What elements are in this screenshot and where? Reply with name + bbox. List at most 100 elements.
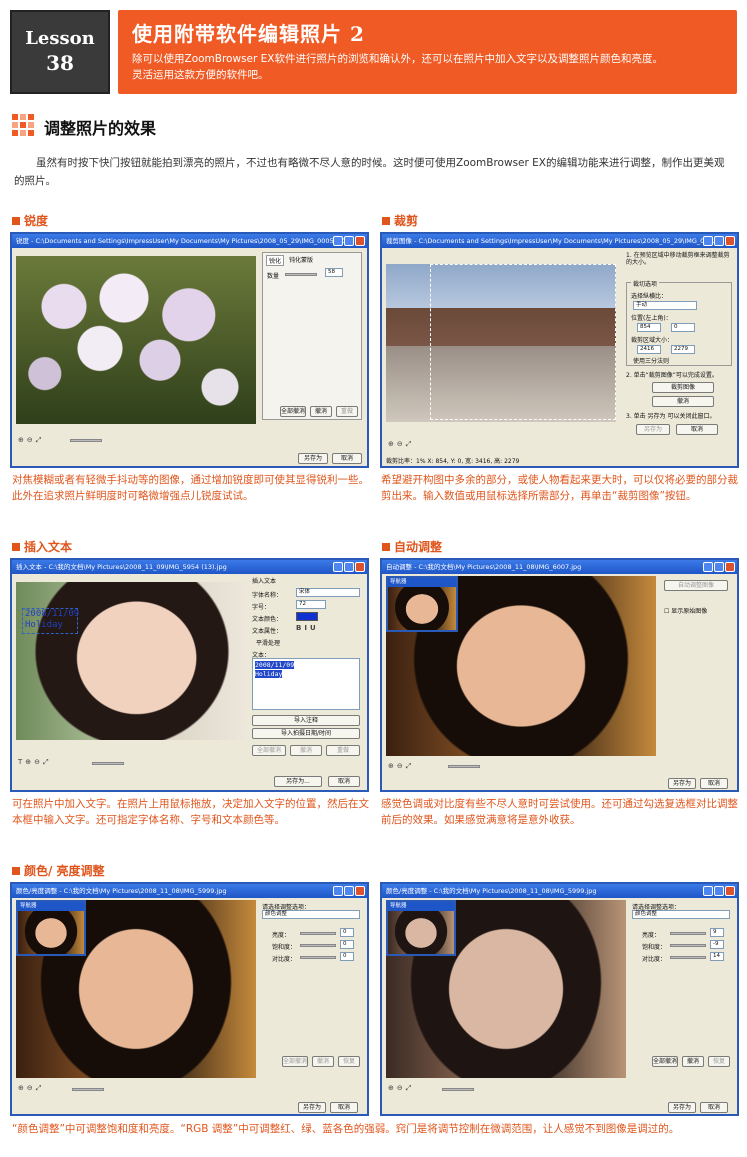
maximize-icon[interactable] — [344, 886, 354, 896]
reset-all-button[interactable]: 全部撤消 — [652, 1056, 678, 1067]
amount-field[interactable]: 58 — [325, 268, 343, 277]
crop-undo-button[interactable]: 撤消 — [652, 396, 714, 407]
save-as-button[interactable]: 另存为 — [298, 453, 328, 464]
zoom-out-icon[interactable]: ⊖ — [27, 436, 33, 445]
undo-button[interactable]: 撤消 — [312, 1056, 334, 1067]
close-icon[interactable] — [355, 886, 365, 896]
close-icon[interactable] — [355, 562, 365, 572]
tab-sharpen[interactable]: 锐化 — [266, 255, 285, 266]
close-icon[interactable] — [725, 562, 735, 572]
zoom-out-icon[interactable]: ⊖ — [34, 758, 40, 767]
cancel-button[interactable]: 取消 — [700, 1102, 728, 1113]
ratio-select[interactable]: 手动 — [633, 301, 697, 310]
fit-icon[interactable]: ⤢ — [36, 436, 42, 445]
save-as-button[interactable]: 另存为... — [274, 776, 322, 787]
contrast-slider[interactable] — [670, 956, 706, 959]
maximize-icon[interactable] — [344, 562, 354, 572]
maximize-icon[interactable] — [714, 886, 724, 896]
text-overlay-box[interactable]: 2008/11/09 Holiday — [22, 608, 79, 634]
reset-all-button[interactable]: 全部撤消 — [252, 745, 286, 756]
zoom-in-icon[interactable]: ⊕ — [25, 758, 31, 767]
redo-button[interactable]: 恢复 — [338, 1056, 360, 1067]
close-icon[interactable] — [725, 886, 735, 896]
contrast-field[interactable]: 0 — [340, 952, 354, 961]
fit-icon[interactable]: ⤢ — [406, 762, 412, 771]
amount-slider[interactable] — [285, 273, 317, 276]
tab-unsharp-mask[interactable]: 钝化蒙版 — [287, 255, 315, 264]
italic-icon[interactable]: I — [304, 624, 307, 632]
close-icon[interactable] — [355, 236, 365, 246]
undo-button[interactable]: 撤消 — [310, 406, 332, 417]
adjust-mode-select[interactable]: 颜色调整 — [632, 910, 730, 919]
undo-button[interactable]: 撤消 — [682, 1056, 704, 1067]
contrast-slider[interactable] — [300, 956, 336, 959]
cancel-button[interactable]: 取消 — [332, 453, 362, 464]
brightness-slider[interactable] — [300, 932, 336, 935]
fit-icon[interactable]: ⤢ — [36, 1084, 42, 1093]
saturation-field[interactable]: 0 — [340, 940, 354, 949]
size-select[interactable]: 72 — [296, 600, 326, 609]
maximize-icon[interactable] — [714, 562, 724, 572]
position-y-field[interactable]: 0 — [671, 323, 695, 332]
cancel-button[interactable]: 取消 — [330, 1102, 358, 1113]
zoom-in-icon[interactable]: ⊕ — [388, 440, 394, 449]
zoom-slider[interactable] — [70, 439, 102, 442]
zoom-slider[interactable] — [92, 762, 124, 765]
thirds-checkbox[interactable]: 使用三分法则 — [633, 356, 669, 365]
save-as-button[interactable]: 另存为 — [668, 1102, 696, 1113]
fit-icon[interactable]: ⤢ — [406, 1084, 412, 1093]
cancel-button[interactable]: 取消 — [676, 424, 718, 435]
zoom-out-icon[interactable]: ⊖ — [397, 440, 403, 449]
navigator-thumbnail[interactable]: 导航器 — [386, 900, 456, 956]
text-tool-icon[interactable]: T — [18, 758, 22, 767]
smooth-checkbox[interactable]: 平滑处理 — [256, 638, 280, 647]
auto-adjust-button[interactable]: 自动调整图像 — [664, 580, 728, 591]
brightness-field[interactable]: 0 — [340, 928, 354, 937]
maximize-icon[interactable] — [344, 236, 354, 246]
brightness-slider[interactable] — [670, 932, 706, 935]
zoom-in-icon[interactable]: ⊕ — [18, 1084, 24, 1093]
font-select[interactable]: 宋体 — [296, 588, 360, 597]
zoom-slider[interactable] — [442, 1088, 474, 1091]
minimize-icon[interactable] — [703, 886, 713, 896]
crop-frame[interactable] — [430, 264, 616, 420]
undo-button[interactable]: 撤消 — [290, 745, 322, 756]
underline-icon[interactable]: U — [310, 624, 316, 632]
fit-icon[interactable]: ⤢ — [43, 758, 49, 767]
navigator-thumbnail[interactable]: 导航器 — [386, 576, 458, 632]
save-as-button[interactable]: 另存为 — [298, 1102, 326, 1113]
zoom-out-icon[interactable]: ⊖ — [27, 1084, 33, 1093]
crop-image-button[interactable]: 裁剪图像 — [652, 382, 714, 393]
position-x-field[interactable]: 854 — [637, 323, 661, 332]
close-icon[interactable] — [725, 236, 735, 246]
minimize-icon[interactable] — [333, 562, 343, 572]
brightness-field[interactable]: 9 — [710, 928, 724, 937]
size-w-field[interactable]: 2416 — [637, 345, 661, 354]
fit-icon[interactable]: ⤢ — [406, 440, 412, 449]
redo-button[interactable]: 恢复 — [708, 1056, 730, 1067]
saturation-slider[interactable] — [670, 944, 706, 947]
bold-icon[interactable]: B — [296, 624, 301, 632]
zoom-in-icon[interactable]: ⊕ — [18, 436, 24, 445]
contrast-field[interactable]: 14 — [710, 952, 724, 961]
minimize-icon[interactable] — [333, 886, 343, 896]
minimize-icon[interactable] — [703, 236, 713, 246]
adjust-mode-select[interactable]: 颜色调整 — [262, 910, 360, 919]
cancel-button[interactable]: 取消 — [700, 778, 728, 789]
minimize-icon[interactable] — [703, 562, 713, 572]
import-comment-button[interactable]: 导入注释 — [252, 715, 360, 726]
zoom-slider[interactable] — [72, 1088, 104, 1091]
size-h-field[interactable]: 2279 — [671, 345, 695, 354]
saturation-slider[interactable] — [300, 944, 336, 947]
navigator-thumbnail[interactable]: 导航器 — [16, 900, 86, 956]
maximize-icon[interactable] — [714, 236, 724, 246]
zoom-in-icon[interactable]: ⊕ — [388, 762, 394, 771]
save-as-button[interactable]: 另存为 — [636, 424, 670, 435]
import-date-button[interactable]: 导入拍摄日期/时间 — [252, 728, 360, 739]
saturation-field[interactable]: -9 — [710, 940, 724, 949]
text-color-swatch[interactable] — [296, 612, 318, 621]
reset-all-button[interactable]: 全部撤消 — [280, 406, 306, 417]
cancel-button[interactable]: 取消 — [328, 776, 360, 787]
show-original-checkbox[interactable]: ☐ 显示原始图像 — [664, 606, 707, 615]
zoom-slider[interactable] — [448, 765, 480, 768]
